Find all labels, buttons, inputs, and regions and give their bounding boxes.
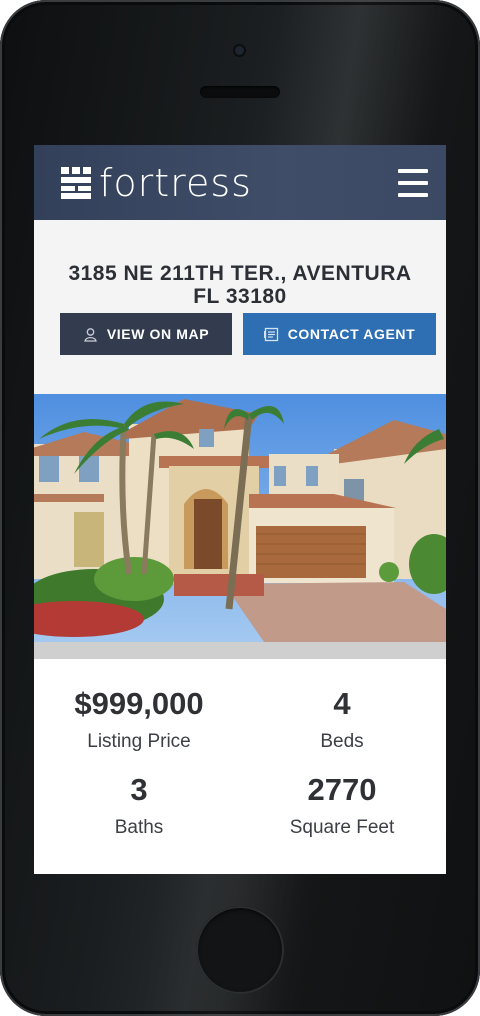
person-pin-icon	[83, 327, 98, 342]
address-line-1: 3185 NE 211TH TER., AVENTURA	[68, 262, 412, 285]
stat-label: Listing Price	[87, 731, 191, 752]
phone-screen: fortress 3185 NE 211TH TER., AVENTURA FL…	[34, 145, 446, 874]
hamburger-menu-icon[interactable]	[398, 169, 428, 197]
stat-value: 3	[130, 772, 148, 807]
view-on-map-button[interactable]: VIEW ON MAP	[60, 313, 232, 355]
fortress-logo[interactable]: fortress	[61, 161, 252, 205]
front-camera	[235, 46, 244, 55]
logo-wordmark: fortress	[99, 161, 252, 205]
listing-stats: $999,000 Listing Price 4 Beds 3 Baths 27…	[34, 659, 446, 874]
stat-label: Beds	[320, 731, 364, 752]
address-line-2: FL 33180	[193, 285, 287, 308]
phone-frame: fortress 3185 NE 211TH TER., AVENTURA FL…	[0, 0, 480, 1016]
contact-card-icon	[263, 327, 279, 342]
earpiece-speaker	[200, 86, 280, 98]
house-photo[interactable]	[34, 394, 446, 659]
stat-listing-price: $999,000 Listing Price	[36, 687, 242, 753]
stat-value: 2770	[307, 772, 377, 807]
tower-icon	[61, 167, 91, 199]
listing-address: 3185 NE 211TH TER., AVENTURA FL 33180	[34, 262, 446, 308]
stat-label: Baths	[114, 817, 164, 838]
contact-agent-label: CONTACT AGENT	[287, 326, 416, 342]
stat-baths: 3 Baths	[36, 773, 242, 839]
app-header: fortress	[34, 145, 446, 220]
stat-value: 4	[333, 686, 351, 721]
stat-beds: 4 Beds	[239, 687, 445, 753]
view-on-map-label: VIEW ON MAP	[106, 326, 210, 342]
home-button[interactable]	[196, 906, 284, 994]
stat-square-feet: 2770 Square Feet	[239, 773, 445, 839]
stat-value: $999,000	[74, 686, 204, 721]
contact-agent-button[interactable]: CONTACT AGENT	[243, 313, 436, 355]
stat-label: Square Feet	[289, 817, 395, 838]
